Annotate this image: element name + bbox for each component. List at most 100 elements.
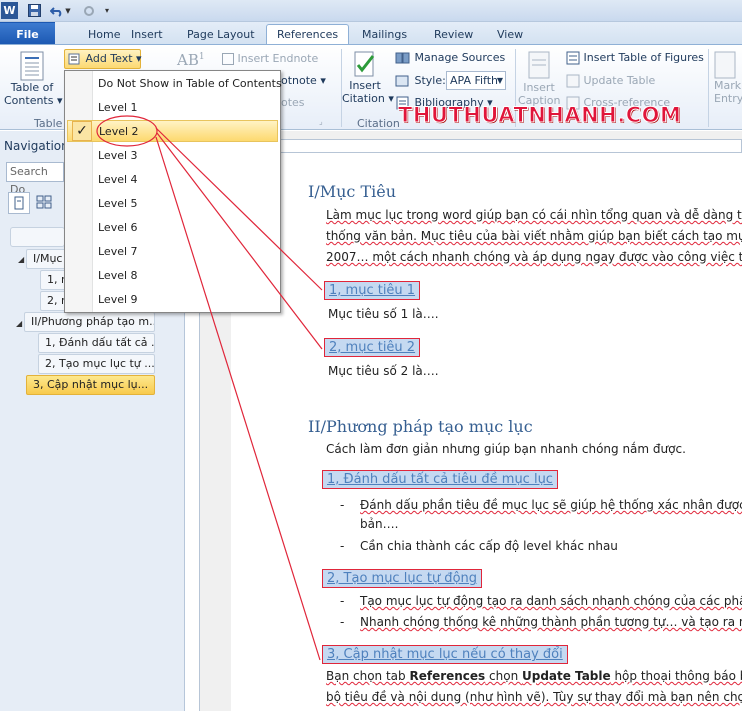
tab-file[interactable]: File	[0, 22, 55, 45]
nav-heading-item[interactable]: 2, Tạo mục lục tự ...	[38, 354, 155, 374]
paragraph-line: 2007… một cách nhanh chóng và áp dụng ng…	[326, 250, 742, 264]
navigation-search-input[interactable]: Search Do	[6, 162, 64, 196]
nav-heading-item-selected[interactable]: 3, Cập nhật mục lụ...	[26, 375, 155, 395]
bullet-dash: -	[340, 539, 345, 553]
heading-2-selected[interactable]: 1, Đánh dấu tất cả tiêu đề mục lục	[322, 470, 558, 489]
insert-citation-icon	[354, 51, 375, 77]
manage-sources-icon	[395, 52, 410, 64]
insert-table-of-figures-button[interactable]: Insert Table of Figures	[566, 51, 704, 65]
document-page[interactable]: I/Mục Tiêu Làm mục lục trong word giúp b…	[231, 153, 742, 711]
menu-item-do-not-show[interactable]: Do Not Show in Table of Contents	[67, 73, 282, 95]
insert-citation-label-line1: Insert	[349, 79, 381, 92]
paragraph-line: Bạn chọn tab References chọn Update Tabl…	[326, 669, 742, 683]
heading-2-selected[interactable]: 2, Tạo mục lục tự động	[322, 569, 483, 588]
menu-item-level-2[interactable]: ✓ Level 2	[67, 120, 278, 142]
menu-item-level-3[interactable]: Level 3	[67, 145, 278, 167]
group-label-citation: Citation	[357, 117, 400, 130]
heading-1-muc-tieu: I/Mục Tiêu	[308, 182, 397, 201]
menu-item-level-7[interactable]: Level 7	[67, 241, 278, 263]
checkmark-icon: ✓	[72, 121, 92, 141]
next-footnote-button[interactable]: otnote ▾	[281, 74, 326, 87]
horizontal-ruler[interactable]	[231, 139, 742, 153]
nav-heading-item[interactable]: 1, m	[40, 270, 66, 290]
heading-2-selected[interactable]: 2, mục tiêu 2	[324, 338, 421, 357]
pages-view-icon	[36, 195, 52, 209]
menu-item-level-5[interactable]: Level 5	[67, 193, 278, 215]
heading-1-phuong-phap: II/Phương pháp tạo mục lục	[308, 417, 533, 436]
style-select[interactable]: APA Fifth ▼	[446, 71, 506, 90]
browse-headings-tab[interactable]	[8, 192, 30, 214]
nav-heading-item[interactable]: I/Mục T	[26, 249, 66, 269]
redo-icon[interactable]	[80, 2, 97, 19]
nav-heading-item[interactable]: II/Phương pháp tạo m...	[24, 312, 155, 332]
add-text-icon	[68, 53, 80, 65]
bullet-line: Nhanh chóng thống kê những thành phần tư…	[360, 615, 742, 629]
insert-citation-button[interactable]: Insert Citation ▾	[342, 51, 394, 105]
menu-item-label: Level 2	[99, 125, 139, 138]
word-app-icon[interactable]: W	[1, 2, 18, 19]
insert-endnote-button[interactable]: Insert Endnote	[222, 52, 318, 65]
undo-dropdown-icon[interactable]: ▼	[64, 2, 72, 19]
browse-pages-tab[interactable]	[34, 192, 56, 214]
insert-caption-icon	[528, 51, 550, 79]
save-icon[interactable]	[26, 2, 43, 19]
paragraph-line: Mục tiêu số 1 là….	[328, 307, 439, 321]
nav-heading-item[interactable]: 2, m	[40, 291, 66, 311]
tab-references[interactable]: References	[266, 24, 350, 46]
insert-endnote-icon	[222, 53, 234, 65]
menu-item-level-6[interactable]: Level 6	[67, 217, 278, 239]
undo-icon[interactable]	[48, 2, 65, 19]
manage-sources-button[interactable]: Manage Sources	[395, 51, 505, 65]
menu-item-level-8[interactable]: Level 8	[67, 265, 278, 287]
bullet-line: Đánh dấu phần tiêu đề mục lục sẽ giúp hệ…	[360, 498, 742, 512]
collapse-triangle-icon[interactable]: ◢	[16, 319, 22, 328]
mark-entry-button[interactable]: Mark Entry	[714, 51, 742, 105]
style-icon	[395, 75, 409, 87]
menu-item-level-9[interactable]: Level 9	[67, 289, 278, 311]
nav-heading-item[interactable]: 1, Đánh dấu tất cả ...	[38, 333, 155, 353]
headings-view-icon	[14, 196, 24, 210]
collapse-triangle-icon[interactable]: ◢	[18, 255, 24, 264]
table-of-contents-button[interactable]: Table of Contents ▾	[4, 51, 63, 107]
tab-view[interactable]: View	[486, 24, 534, 45]
paragraph-line: Làm mục lục trong word giúp bạn có cái n…	[326, 208, 742, 222]
bullet-line-continued: bản….	[360, 517, 399, 531]
footnotes-dialog-launcher-icon[interactable]: ⌟	[319, 117, 323, 126]
insert-citation-label-line2: Citation ▾	[342, 92, 394, 105]
paragraph-line: Mục tiêu số 2 là….	[328, 364, 439, 378]
tab-insert[interactable]: Insert	[120, 24, 174, 45]
bullet-dash: -	[340, 498, 345, 512]
insert-caption-label-line1: Insert	[523, 81, 555, 94]
ab1-footnote-icon: AB1	[177, 51, 205, 69]
tab-page-layout[interactable]: Page Layout	[176, 24, 266, 45]
table-of-figures-icon	[566, 51, 580, 65]
table-of-contents-icon	[20, 51, 44, 81]
update-table-figures-button[interactable]: Update Table	[566, 74, 655, 88]
customize-toolbar-icon[interactable]: ▾	[102, 2, 112, 19]
insert-caption-button[interactable]: Insert Caption	[518, 51, 560, 107]
tab-mailings[interactable]: Mailings	[351, 24, 418, 45]
menu-item-level-4[interactable]: Level 4	[67, 169, 278, 191]
heading-2-selected[interactable]: 3, Cập nhật mục lục nếu có thay đổi	[322, 645, 568, 664]
navigation-title: Navigation	[4, 139, 69, 153]
style-select-chevron-icon: ▼	[496, 76, 503, 85]
mark-entry-label-line1: Mark	[714, 79, 742, 92]
paragraph-line: bộ tiêu đề và nội dung (như hình vẽ). Tù…	[326, 690, 742, 704]
bullet-line: Tạo mục lục tự động tạo ra danh sách nha…	[360, 594, 742, 608]
tab-review[interactable]: Review	[423, 24, 484, 45]
toc-label-line1: Table of	[10, 81, 54, 94]
menu-item-level-1[interactable]: Level 1	[67, 97, 278, 119]
bullet-line: Cần chia thành các cấp độ level khác nha…	[360, 539, 618, 553]
nav-scroll-area	[10, 227, 65, 247]
ribbon-tab-bar: File Home Insert Page Layout References …	[0, 22, 742, 46]
heading-2-selected[interactable]: 1, mục tiêu 1	[324, 281, 421, 300]
show-notes-button[interactable]: otes	[281, 96, 305, 109]
paragraph-line: Cách làm đơn giản nhưng giúp bạn nhanh c…	[326, 442, 686, 456]
mark-entry-label-line2: Entry	[714, 92, 742, 105]
add-text-dropdown-menu: Do Not Show in Table of Contents Level 1…	[64, 70, 282, 313]
add-text-button[interactable]: Add Text ▾	[64, 49, 142, 69]
title-bar: W ▼ ▾	[0, 0, 742, 22]
toc-label-line2: Contents ▾	[4, 94, 63, 107]
paragraph-line: thống văn bản. Mục tiêu của bài viết nhằ…	[326, 229, 742, 243]
update-table-icon	[566, 74, 580, 88]
